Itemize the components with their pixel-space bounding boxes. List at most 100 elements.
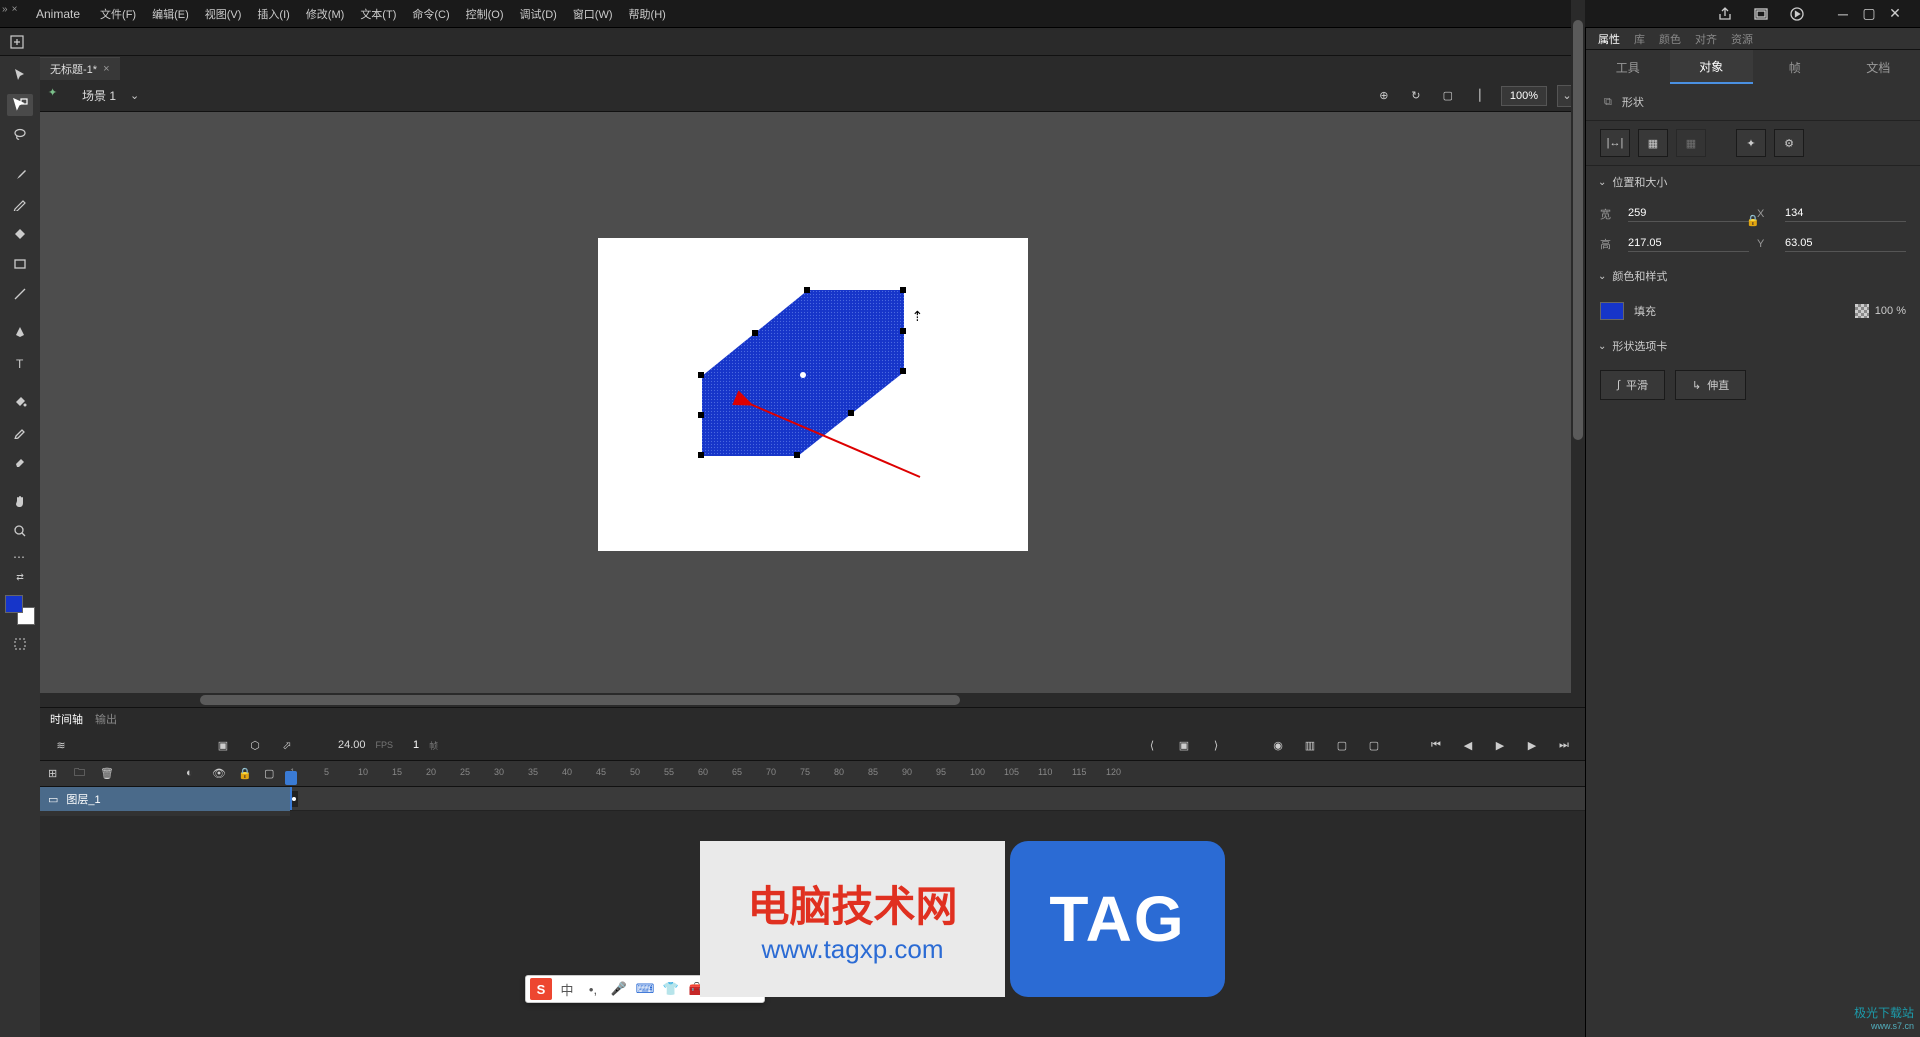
eraser-tool[interactable] bbox=[7, 451, 33, 473]
tab-timeline[interactable]: 时间轴 bbox=[50, 711, 83, 727]
menu-file[interactable]: 文件(F) bbox=[92, 2, 144, 26]
tab-assets[interactable]: 资源 bbox=[1731, 31, 1753, 47]
clip-icon[interactable]: ▢ bbox=[1437, 85, 1459, 107]
ime-punct-icon[interactable]: •, bbox=[582, 978, 604, 1000]
subtab-tool[interactable]: 工具 bbox=[1586, 50, 1670, 84]
lock-aspect-icon[interactable]: 🔒 bbox=[1746, 214, 1760, 227]
canvas-area[interactable]: ⇡ bbox=[40, 112, 1585, 717]
next-frame-icon[interactable]: ⟩ bbox=[1205, 734, 1227, 756]
document-tab[interactable]: 无标题-1* × bbox=[40, 57, 120, 80]
subtab-object[interactable]: 对象 bbox=[1670, 50, 1754, 84]
hand-tool[interactable] bbox=[7, 490, 33, 512]
home-icon[interactable] bbox=[6, 31, 28, 53]
share-icon[interactable] bbox=[1714, 3, 1736, 25]
tab-close-icon[interactable]: × bbox=[103, 63, 109, 75]
expand-icon[interactable]: ✦ bbox=[1736, 129, 1766, 157]
highlight-layer-icon[interactable]: ◐ bbox=[186, 767, 204, 780]
paint-brush-tool[interactable] bbox=[7, 223, 33, 245]
stage[interactable]: ⇡ bbox=[598, 238, 1028, 551]
menu-command[interactable]: 命令(C) bbox=[404, 2, 457, 26]
prev-frame-icon[interactable]: ⟨ bbox=[1141, 734, 1163, 756]
y-value[interactable]: 63.05 bbox=[1785, 237, 1906, 252]
menu-control[interactable]: 控制(O) bbox=[458, 2, 512, 26]
tab-properties[interactable]: 属性 bbox=[1598, 31, 1620, 47]
transform-handle[interactable] bbox=[848, 410, 854, 416]
scene-dropdown-icon[interactable]: ⌄ bbox=[130, 89, 139, 102]
x-value[interactable]: 134 bbox=[1785, 207, 1906, 222]
ime-lang[interactable]: 中 bbox=[556, 978, 578, 1000]
rotate-view-icon[interactable]: ↻ bbox=[1405, 85, 1427, 107]
step-forward-icon[interactable]: ▶ bbox=[1521, 734, 1543, 756]
ime-keyboard-icon[interactable]: ⌨ bbox=[634, 978, 656, 1000]
fps-value[interactable]: 24.00 bbox=[338, 739, 366, 751]
flip-horizontal-icon[interactable]: |↔| bbox=[1600, 129, 1630, 157]
insert-frame-icon[interactable]: ▢ bbox=[1331, 734, 1353, 756]
ime-voice-icon[interactable]: 🎤 bbox=[608, 978, 630, 1000]
layer-depth-icon[interactable]: ⬡ bbox=[244, 734, 266, 756]
frames-area[interactable]: 1510152025303540455055606570758085909510… bbox=[290, 761, 1585, 816]
transform-handle[interactable] bbox=[794, 452, 800, 458]
layer-name[interactable]: 图层_1 bbox=[66, 791, 100, 807]
menu-debug[interactable]: 调试(D) bbox=[512, 2, 565, 26]
straighten-button[interactable]: ↳伸直 bbox=[1675, 370, 1746, 400]
selection-tool[interactable] bbox=[7, 64, 33, 86]
selected-shape[interactable] bbox=[698, 290, 906, 456]
tab-align[interactable]: 对齐 bbox=[1695, 31, 1717, 47]
timeline-ruler[interactable]: 1510152025303540455055606570758085909510… bbox=[290, 761, 1585, 787]
tab-color[interactable]: 颜色 bbox=[1659, 31, 1681, 47]
fill-opacity[interactable]: 100 % bbox=[1875, 305, 1906, 317]
tab-library[interactable]: 库 bbox=[1634, 31, 1645, 47]
menu-help[interactable]: 帮助(H) bbox=[621, 2, 674, 26]
transform-handle[interactable] bbox=[752, 330, 758, 336]
lasso-tool[interactable] bbox=[7, 124, 33, 146]
opacity-icon[interactable] bbox=[1855, 304, 1869, 318]
frame-track[interactable] bbox=[290, 787, 1585, 811]
transform-handle[interactable] bbox=[698, 372, 704, 378]
ungroup-icon[interactable]: ▦ bbox=[1676, 129, 1706, 157]
eyedropper-tool[interactable] bbox=[7, 421, 33, 443]
step-back-icon[interactable]: ◀ bbox=[1457, 734, 1479, 756]
options-icon[interactable] bbox=[7, 633, 33, 655]
layer-row[interactable]: ▭ 图层_1 bbox=[40, 787, 290, 811]
section-position-size[interactable]: ⌄ 位置和大小 bbox=[1586, 166, 1920, 198]
ime-skin-icon[interactable]: 👕 bbox=[660, 978, 682, 1000]
subtab-frame[interactable]: 帧 bbox=[1753, 50, 1837, 84]
menu-edit[interactable]: 编辑(E) bbox=[144, 2, 197, 26]
menu-view[interactable]: 视图(V) bbox=[197, 2, 250, 26]
section-color-style[interactable]: ⌄ 颜色和样式 bbox=[1586, 260, 1920, 292]
graph-icon[interactable]: ⬀ bbox=[276, 734, 298, 756]
flip-vertical-icon[interactable]: ▦ bbox=[1638, 129, 1668, 157]
smooth-button[interactable]: ∫平滑 bbox=[1600, 370, 1665, 400]
menu-window[interactable]: 窗口(W) bbox=[565, 2, 621, 26]
more-tools-icon[interactable]: ⋯ bbox=[13, 550, 27, 564]
onion-skin-icon[interactable]: ▥ bbox=[1299, 734, 1321, 756]
camera-icon[interactable]: ▣ bbox=[212, 734, 234, 756]
zoom-tool[interactable] bbox=[7, 520, 33, 542]
center-stage-icon[interactable]: ⊕ bbox=[1373, 85, 1395, 107]
tab-output[interactable]: 输出 bbox=[95, 711, 117, 727]
section-shape-options[interactable]: ⌄ 形状选项卡 bbox=[1586, 330, 1920, 362]
playhead[interactable] bbox=[290, 787, 292, 810]
paint-bucket-tool[interactable] bbox=[7, 391, 33, 413]
height-value[interactable]: 217.05 bbox=[1628, 237, 1749, 252]
menu-text[interactable]: 文本(T) bbox=[352, 2, 404, 26]
pen-tool[interactable] bbox=[7, 322, 33, 344]
fill-swatch[interactable] bbox=[1600, 302, 1624, 320]
free-transform-tool[interactable] bbox=[7, 94, 33, 116]
subtab-document[interactable]: 文档 bbox=[1837, 50, 1920, 84]
transform-handle[interactable] bbox=[900, 287, 906, 293]
rectangle-tool[interactable] bbox=[7, 253, 33, 275]
transform-handle[interactable] bbox=[698, 412, 704, 418]
maximize-icon[interactable]: ▢ bbox=[1856, 3, 1882, 25]
swap-colors-icon[interactable]: ⇄ bbox=[16, 572, 24, 583]
close-icon[interactable]: ✕ bbox=[1882, 3, 1908, 25]
outline-icon[interactable]: ▢ bbox=[264, 767, 282, 780]
play-icon[interactable] bbox=[1786, 3, 1808, 25]
transform-handle[interactable] bbox=[900, 368, 906, 374]
brush-tool[interactable] bbox=[7, 163, 33, 185]
pencil-tool[interactable] bbox=[7, 193, 33, 215]
add-layer-icon[interactable]: ⊞ bbox=[48, 767, 66, 780]
canvas-scrollbar-horizontal[interactable] bbox=[40, 693, 1585, 707]
play-icon[interactable]: ▶ bbox=[1489, 734, 1511, 756]
ime-logo-icon[interactable]: S bbox=[530, 978, 552, 1000]
